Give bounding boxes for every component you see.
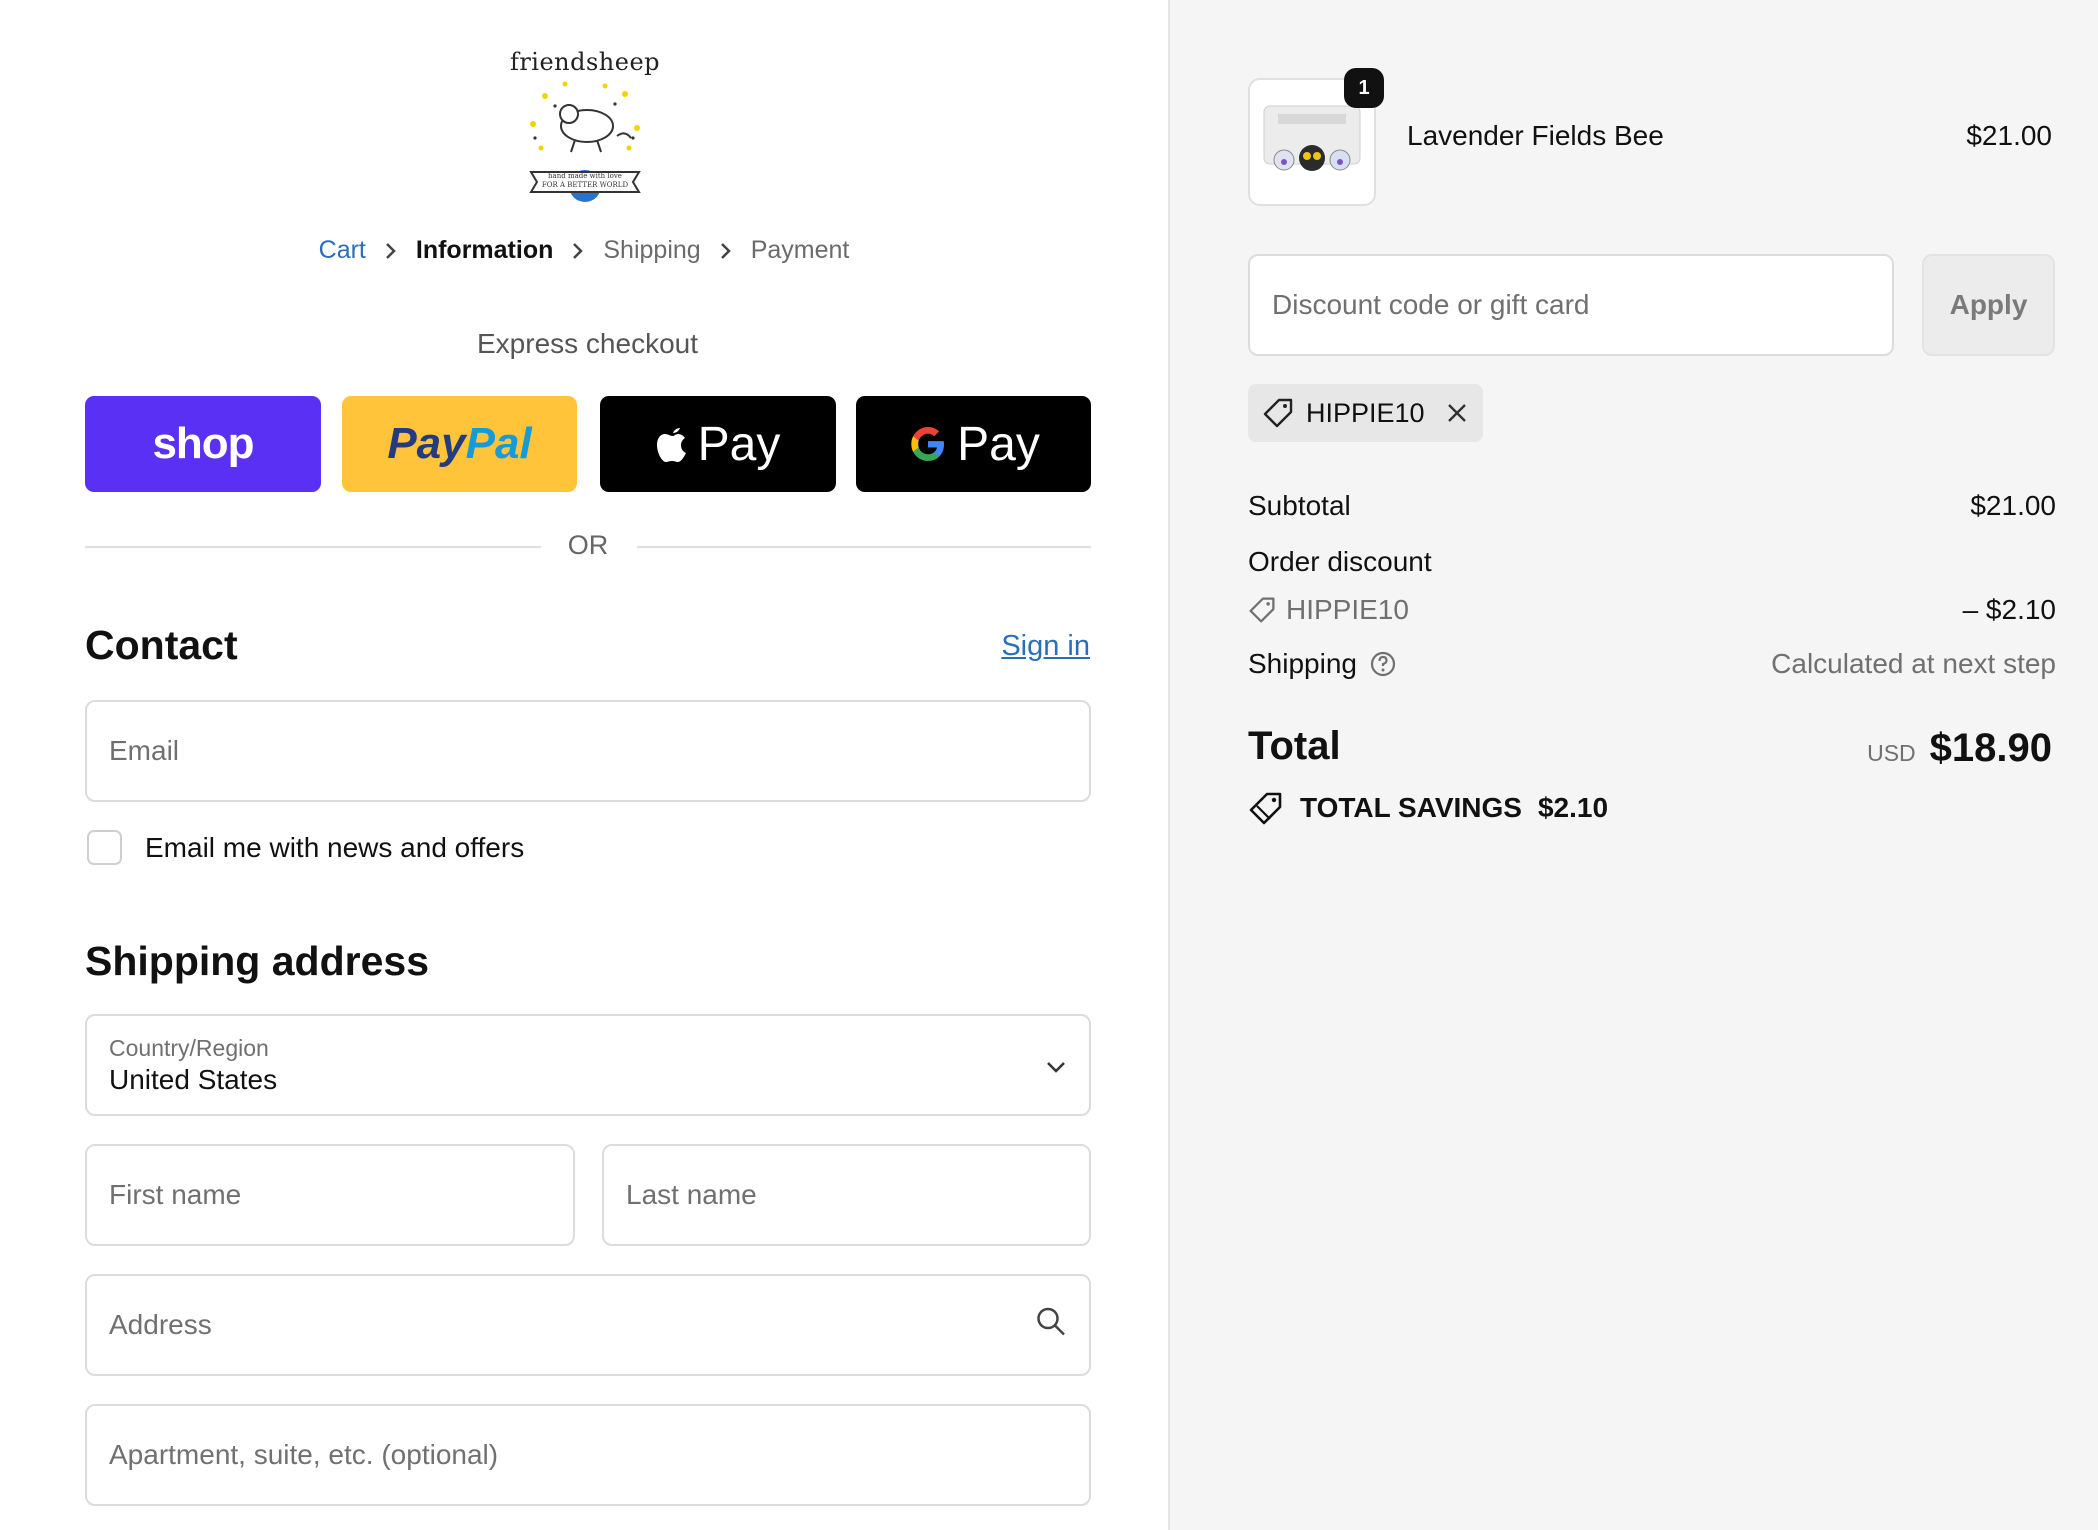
breadcrumb-shipping: Shipping <box>603 236 701 264</box>
shipping-label: Shipping <box>1248 648 1357 679</box>
tags-icon <box>1249 792 1282 825</box>
last-name-placeholder: Last name <box>626 1179 757 1210</box>
total-savings-row: TOTAL SAVINGS $2.10 <box>1248 790 1608 826</box>
country-label: Country/Region <box>109 1034 269 1061</box>
sign-in-link[interactable]: Sign in <box>1001 630 1090 663</box>
shipping-address-heading: Shipping address <box>85 938 429 984</box>
first-name-field[interactable]: First name <box>85 1144 575 1246</box>
divider-line <box>637 546 1091 548</box>
discount-code-row: HIPPIE10 – $2.10 <box>1248 594 2056 626</box>
chevron-right-icon <box>701 241 751 261</box>
breadcrumb-information: Information <box>415 236 554 264</box>
newsletter-label[interactable]: Email me with news and offers <box>145 832 524 864</box>
address-placeholder: Address <box>109 1309 212 1340</box>
svg-text:hand made with love: hand made with love <box>548 172 622 180</box>
newsletter-option[interactable]: Email me with news and offers <box>87 830 524 865</box>
discount-value: – $2.10 <box>1962 594 2056 625</box>
last-name-field[interactable]: Last name <box>602 1144 1091 1246</box>
email-placeholder: Email <box>109 735 180 766</box>
chevron-down-icon <box>1045 1049 1067 1081</box>
apartment-placeholder: Apartment, suite, etc. (optional) <box>109 1439 499 1470</box>
order-summary-column: 1 Lavender Fields Bee $21.00 Discount co… <box>1168 0 2098 1530</box>
product-price: $21.00 <box>1966 120 2052 151</box>
remove-discount-close-icon[interactable] <box>1445 401 1469 425</box>
shop-pay-label: shop <box>152 419 254 468</box>
shipping-row: Shipping Calculated at next step <box>1248 648 2056 680</box>
checkout-breadcrumb: Cart Information Shipping Payment <box>0 236 1168 265</box>
store-logo[interactable]: friendsheep hand made with love FOR A BE… <box>505 44 665 204</box>
total-savings-label: TOTAL SAVINGS <box>1300 792 1522 823</box>
address-field[interactable]: Address <box>85 1274 1091 1376</box>
apply-discount-button[interactable]: Apply <box>1922 254 2055 356</box>
breadcrumb-cart[interactable]: Cart <box>319 236 366 265</box>
country-select[interactable]: Country/Region United States <box>85 1014 1091 1116</box>
or-divider: OR <box>85 530 1091 562</box>
email-field[interactable]: Email <box>85 700 1091 802</box>
search-icon[interactable] <box>1035 1306 1067 1345</box>
discount-code-input[interactable]: Discount code or gift card <box>1248 254 1894 356</box>
checkout-form-column: friendsheep hand made with love FOR A BE… <box>0 0 1168 1530</box>
subtotal-row: Subtotal $21.00 <box>1248 490 2056 522</box>
subtotal-value: $21.00 <box>1970 490 2056 521</box>
google-pay-button[interactable]: Pay <box>856 396 1091 492</box>
order-discount-row: Order discount <box>1248 546 2056 578</box>
apple-icon <box>656 428 686 462</box>
sheep-logo-icon: hand made with love FOR A BETTER WORLD <box>529 81 641 202</box>
tag-icon <box>1263 398 1293 428</box>
first-name-placeholder: First name <box>109 1179 242 1210</box>
applied-discount-chip: HIPPIE10 <box>1248 384 1483 442</box>
subtotal-label: Subtotal <box>1248 490 1351 521</box>
apartment-field[interactable]: Apartment, suite, etc. (optional) <box>85 1404 1091 1506</box>
google-g-icon <box>911 427 945 461</box>
express-checkout-title: Express checkout <box>477 328 698 359</box>
discount-placeholder: Discount code or gift card <box>1272 289 1590 320</box>
shipping-value: Calculated at next step <box>1771 648 2056 679</box>
shop-pay-button[interactable]: shop <box>85 396 321 492</box>
country-value: United States <box>109 1063 278 1095</box>
product-thumbnail: 1 <box>1248 68 1384 206</box>
google-pay-label: Pay <box>957 417 1040 471</box>
newsletter-checkbox[interactable] <box>87 830 122 865</box>
apple-pay-label: Pay <box>697 417 781 471</box>
order-discount-label: Order discount <box>1248 546 1432 577</box>
chevron-right-icon <box>366 241 416 261</box>
total-value: $18.90 <box>1929 726 2052 770</box>
apple-pay-button[interactable]: Pay <box>600 396 836 492</box>
applied-code-label: HIPPIE10 <box>1306 397 1425 428</box>
quantity-badge: 1 <box>1344 68 1384 108</box>
svg-text:FOR A BETTER WORLD: FOR A BETTER WORLD <box>542 181 629 189</box>
paypal-button[interactable]: Pay Pal <box>342 396 577 492</box>
contact-heading: Contact <box>85 622 238 668</box>
total-amount: USD $18.90 <box>1867 726 2052 771</box>
help-question-icon[interactable] <box>1369 650 1397 678</box>
paypal-label-part2: Pal <box>465 419 532 468</box>
currency-code: USD <box>1867 740 1916 766</box>
total-savings-value: $2.10 <box>1537 792 1609 823</box>
product-name: Lavender Fields Bee <box>1407 120 1664 151</box>
paypal-label-part1: Pay <box>387 419 466 468</box>
breadcrumb-payment: Payment <box>750 236 850 264</box>
total-label: Total <box>1248 724 1341 768</box>
tag-icon <box>1249 597 1275 623</box>
discount-code-label: HIPPIE10 <box>1286 594 1409 625</box>
checkout-page: friendsheep hand made with love FOR A BE… <box>0 0 2098 1530</box>
chevron-right-icon <box>553 241 603 261</box>
